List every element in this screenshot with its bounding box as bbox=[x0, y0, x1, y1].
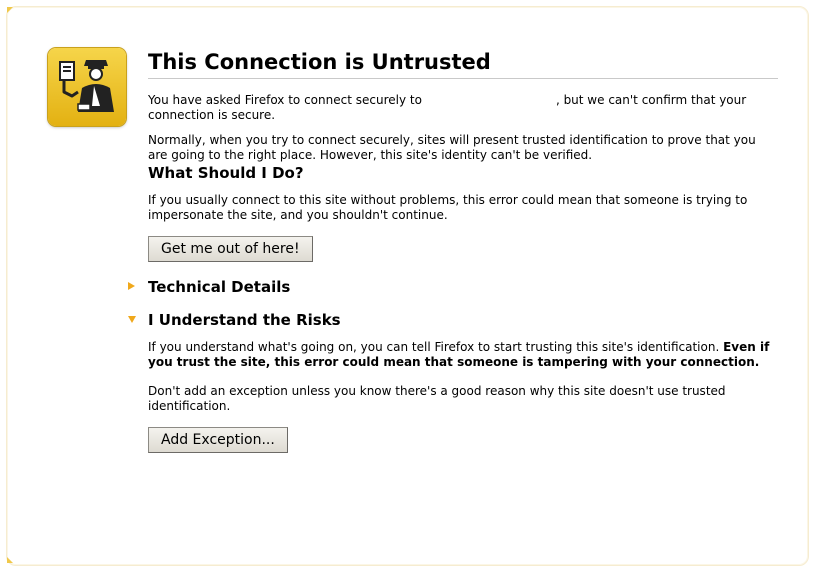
triangle-down-icon[interactable] bbox=[128, 316, 136, 323]
get-me-out-button[interactable]: Get me out of here! bbox=[148, 236, 313, 262]
police-officer-certificate-icon bbox=[48, 48, 126, 126]
understand-risks-expander[interactable]: I Understand the Risks bbox=[128, 310, 778, 330]
triangle-right-icon[interactable] bbox=[128, 282, 135, 290]
technical-details-heading[interactable]: Technical Details bbox=[148, 277, 778, 297]
understand-risks-heading[interactable]: I Understand the Risks bbox=[148, 310, 778, 330]
technical-details-expander[interactable]: Technical Details bbox=[128, 277, 778, 297]
intro-text: You have asked Firefox to connect secure… bbox=[148, 93, 778, 123]
exception-advice-text: Don't add an exception unless you know t… bbox=[148, 384, 726, 413]
intro-text-start: You have asked Firefox to connect secure… bbox=[148, 93, 422, 107]
risks-text: If you understand what's going on, you c… bbox=[148, 340, 778, 370]
explanation-text: Normally, when you try to connect secure… bbox=[148, 133, 756, 162]
add-exception-button[interactable]: Add Exception... bbox=[148, 427, 288, 453]
page-title: This Connection is Untrusted bbox=[148, 48, 778, 79]
what-to-do-text: If you usually connect to this site with… bbox=[148, 193, 748, 222]
corner-decoration bbox=[7, 7, 13, 13]
error-content: This Connection is Untrusted You have as… bbox=[128, 48, 778, 453]
what-to-do-heading: What Should I Do? bbox=[148, 164, 304, 182]
risks-text-plain: If you understand what's going on, you c… bbox=[148, 340, 720, 354]
corner-decoration bbox=[7, 557, 13, 563]
